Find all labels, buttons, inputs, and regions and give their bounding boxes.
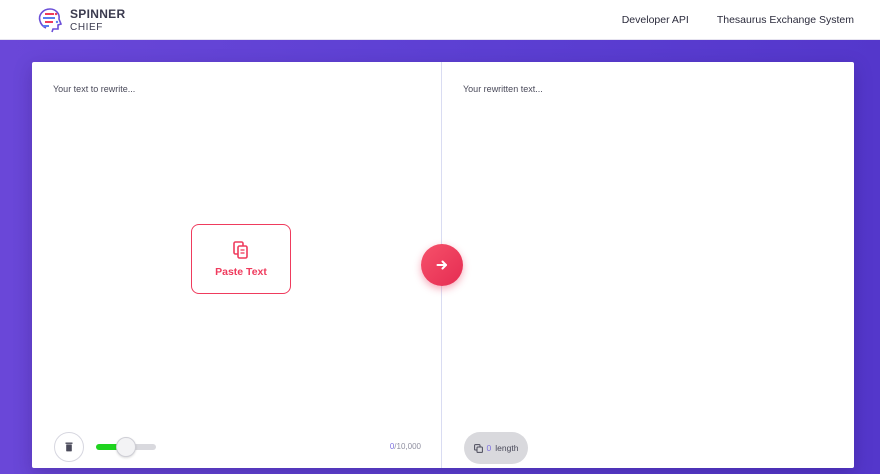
output-length-label: length <box>495 443 519 453</box>
paste-text-label: Paste Text <box>215 266 267 278</box>
input-textarea[interactable]: Your text to rewrite... <box>53 84 135 94</box>
nav-developer-api[interactable]: Developer API <box>622 14 689 26</box>
nav-thesaurus-exchange-system[interactable]: Thesaurus Exchange System <box>717 14 854 26</box>
output-pane: Your rewritten text... 0 length <box>442 62 854 468</box>
character-limit: /10,000 <box>394 442 421 451</box>
brain-chip-icon <box>38 8 63 33</box>
output-length-value: 0 <box>486 443 492 453</box>
brand-name: SPINNER <box>70 6 126 21</box>
brand-logo[interactable]: SPINNER CHIEF <box>34 5 125 35</box>
character-counter: 0/10,000 <box>390 442 421 451</box>
trash-icon <box>65 442 73 452</box>
paste-icon <box>233 241 248 259</box>
top-navbar: SPINNER CHIEF Developer API Thesaurus Ex… <box>0 0 880 40</box>
brand-subname: CHIEF <box>70 21 103 33</box>
rewrite-button[interactable] <box>421 244 463 286</box>
main-nav: Developer API Thesaurus Exchange System <box>622 0 854 40</box>
clear-button[interactable] <box>54 432 84 462</box>
input-pane: Your text to rewrite... Paste Text 0/10,… <box>32 62 442 468</box>
paste-text-button[interactable]: Paste Text <box>191 224 291 294</box>
output-textarea[interactable]: Your rewritten text... <box>463 84 543 94</box>
rewrite-strength-slider[interactable] <box>96 437 156 457</box>
copy-icon <box>473 443 483 453</box>
copy-length-button[interactable]: 0 length <box>464 432 528 464</box>
slider-handle[interactable] <box>116 437 136 457</box>
arrow-right-icon <box>436 260 447 270</box>
